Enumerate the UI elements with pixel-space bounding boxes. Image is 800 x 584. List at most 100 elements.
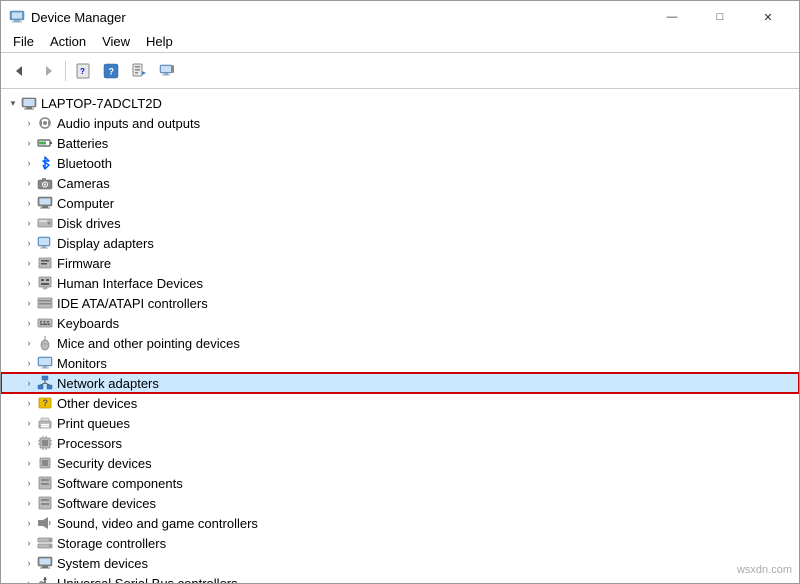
tree-item-other[interactable]: › ? Other devices — [1, 393, 799, 413]
computer-icon — [37, 195, 53, 211]
keyboards-expand-icon: › — [21, 315, 37, 331]
display-label: Display adapters — [57, 236, 154, 251]
security-label: Security devices — [57, 456, 152, 471]
tree-item-bluetooth[interactable]: › Bluetooth — [1, 153, 799, 173]
keyboards-label: Keyboards — [57, 316, 119, 331]
tree-item-sound[interactable]: › Sound, video and game controllers — [1, 513, 799, 533]
other-icon: ? — [37, 395, 53, 411]
network-icon — [37, 375, 53, 391]
software-devices-expand-icon: › — [21, 495, 37, 511]
security-expand-icon: › — [21, 455, 37, 471]
bluetooth-expand-icon: › — [21, 155, 37, 171]
network-label: Network adapters — [57, 376, 159, 391]
software-components-expand-icon: › — [21, 475, 37, 491]
disk-icon — [37, 215, 53, 231]
bluetooth-icon — [37, 155, 53, 171]
svg-text:?: ? — [80, 67, 85, 76]
menu-action[interactable]: Action — [42, 32, 94, 51]
mice-icon — [37, 335, 53, 351]
window-title: Device Manager — [31, 10, 126, 25]
tree-root[interactable]: ▾ LAPTOP-7ADCLT2D — [1, 93, 799, 113]
software-devices-label: Software devices — [57, 496, 156, 511]
storage-expand-icon: › — [21, 535, 37, 551]
firmware-expand-icon: › — [21, 255, 37, 271]
audio-expand-icon: › — [21, 115, 37, 131]
toolbar-separator-1 — [65, 61, 66, 81]
disk-expand-icon: › — [21, 215, 37, 231]
tree-item-firmware[interactable]: › Firmware — [1, 253, 799, 273]
mice-expand-icon: › — [21, 335, 37, 351]
tree-item-software-devices[interactable]: › Software devices — [1, 493, 799, 513]
menu-view[interactable]: View — [94, 32, 138, 51]
menu-file[interactable]: File — [5, 32, 42, 51]
system-icon — [37, 555, 53, 571]
tree-item-batteries[interactable]: › Batteries — [1, 133, 799, 153]
batteries-label: Batteries — [57, 136, 108, 151]
tree-item-mice[interactable]: › Mice and other pointing devices — [1, 333, 799, 353]
tree-content[interactable]: ▾ LAPTOP-7ADCLT2D › — [1, 89, 799, 583]
tree-item-cameras[interactable]: › Cameras — [1, 173, 799, 193]
tree-item-software-components[interactable]: › Software components — [1, 473, 799, 493]
help-button[interactable]: ? — [98, 58, 124, 84]
close-button[interactable]: ✕ — [745, 6, 791, 28]
tree-item-hid[interactable]: › Human Interface Devices — [1, 273, 799, 293]
cameras-label: Cameras — [57, 176, 110, 191]
system-label: System devices — [57, 556, 148, 571]
tree-item-usb[interactable]: › Universal Serial Bus controllers — [1, 573, 799, 583]
audio-label: Audio inputs and outputs — [57, 116, 200, 131]
software-components-label: Software components — [57, 476, 183, 491]
display-expand-icon: › — [21, 235, 37, 251]
svg-text:?: ? — [109, 66, 115, 76]
root-icon — [21, 95, 37, 111]
tree-item-keyboards[interactable]: › Keyboards — [1, 313, 799, 333]
ide-label: IDE ATA/ATAPI controllers — [57, 296, 208, 311]
scan-button[interactable] — [126, 58, 152, 84]
device-manager-window: Device Manager — □ ✕ File Action View He… — [0, 0, 800, 584]
tree-item-display[interactable]: › Display adapters — [1, 233, 799, 253]
print-icon — [37, 415, 53, 431]
minimize-button[interactable]: — — [649, 6, 695, 28]
hid-icon — [37, 275, 53, 291]
tree-item-storage[interactable]: › Storage controllers — [1, 533, 799, 553]
batteries-expand-icon: › — [21, 135, 37, 151]
software-components-icon — [37, 475, 53, 491]
monitors-label: Monitors — [57, 356, 107, 371]
watermark: wsxdn.com — [737, 564, 792, 576]
storage-icon — [37, 535, 53, 551]
computer-label: Computer — [57, 196, 114, 211]
tree-item-system[interactable]: › System devices — [1, 553, 799, 573]
usb-expand-icon: › — [21, 575, 37, 583]
title-controls: — □ ✕ — [649, 6, 791, 28]
cameras-expand-icon: › — [21, 175, 37, 191]
forward-button[interactable] — [35, 58, 61, 84]
tree-item-monitors[interactable]: › Monitors — [1, 353, 799, 373]
sound-icon — [37, 515, 53, 531]
network-expand-icon: › — [21, 375, 37, 391]
tree-item-print[interactable]: › Print queues — [1, 413, 799, 433]
menu-help[interactable]: Help — [138, 32, 181, 51]
tree-item-security[interactable]: › Security devices — [1, 453, 799, 473]
tree-item-processors[interactable]: › Processors — [1, 433, 799, 453]
back-button[interactable] — [7, 58, 33, 84]
toolbar: ? ? — [1, 53, 799, 89]
monitor-button[interactable] — [154, 58, 180, 84]
properties-button[interactable]: ? — [70, 58, 96, 84]
sound-expand-icon: › — [21, 515, 37, 531]
maximize-button[interactable]: □ — [697, 6, 743, 28]
monitors-expand-icon: › — [21, 355, 37, 371]
hid-expand-icon: › — [21, 275, 37, 291]
display-icon — [37, 235, 53, 251]
tree-item-network[interactable]: › Network adapters — [1, 373, 799, 393]
tree-item-computer[interactable]: › Computer — [1, 193, 799, 213]
other-label: Other devices — [57, 396, 137, 411]
processors-label: Processors — [57, 436, 122, 451]
tree-item-audio[interactable]: › Audio inputs and outputs — [1, 113, 799, 133]
keyboards-icon — [37, 315, 53, 331]
print-label: Print queues — [57, 416, 130, 431]
tree-item-disk[interactable]: › Disk drives — [1, 213, 799, 233]
monitors-icon — [37, 355, 53, 371]
title-bar: Device Manager — □ ✕ — [1, 1, 799, 31]
firmware-label: Firmware — [57, 256, 111, 271]
tree-item-ide[interactable]: › IDE ATA/ATAPI controllers — [1, 293, 799, 313]
batteries-icon — [37, 135, 53, 151]
